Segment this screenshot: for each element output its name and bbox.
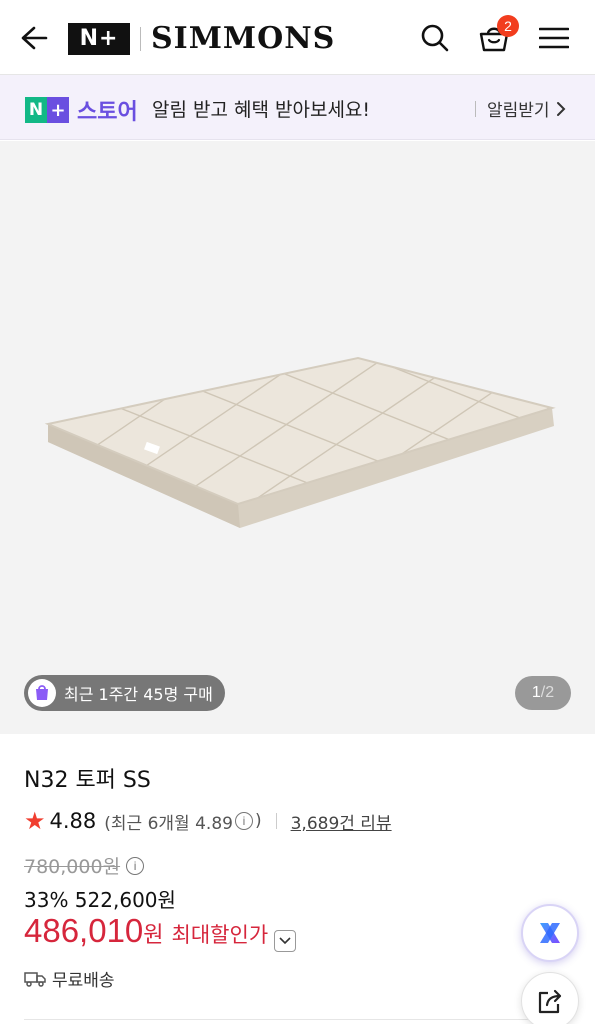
truck-icon (24, 971, 46, 987)
banner-message: 알림 받고 혜택 받아보세요! (152, 99, 371, 121)
share-icon (538, 989, 562, 1014)
max-discount-label: 최대할인가 (171, 923, 269, 947)
rating-score: 4.88 (49, 809, 97, 833)
recent-rating: (최근 6개월 4.89 (104, 813, 233, 834)
notification-banner[interactable]: N + 스토어 알림 받고 혜택 받아보세요! 알림받기 (0, 75, 595, 140)
rating-divider (275, 813, 277, 829)
original-price: 780,000원 (24, 856, 121, 878)
cart-button[interactable]: 2 (472, 15, 519, 59)
brand-name: SIMMONS (151, 21, 336, 56)
chevron-right-icon (556, 101, 565, 116)
subscribe-alarm-link[interactable]: 알림받기 (487, 96, 566, 121)
product-title: N32 토퍼 SS (24, 768, 151, 793)
pager-current: 1 (531, 684, 541, 701)
cart-count-badge: 2 (497, 15, 519, 37)
section-divider (24, 1019, 571, 1020)
store-logo-plus: + (47, 97, 69, 123)
search-button[interactable] (414, 17, 456, 59)
star-icon: ★ (24, 807, 46, 835)
store-logo-word: 스토어 (77, 100, 138, 125)
back-button[interactable] (14, 18, 54, 58)
info-icon[interactable]: i (234, 812, 253, 830)
recent-purchase-badge: 최근 1주간 45명 구매 (24, 675, 225, 711)
banner-divider (475, 101, 476, 117)
recent-purchase-text: 최근 1주간 45명 구매 (64, 685, 213, 704)
chevron-down-icon (279, 937, 291, 945)
final-price-row: 486,010 원 최대할인가 (24, 912, 297, 952)
ai-sparkle-icon (540, 923, 560, 943)
reviews-link[interactable]: 3,689건 리뷰 (291, 809, 392, 834)
pager-total: 2 (545, 684, 555, 701)
shipping-info: 무료배송 (24, 966, 115, 991)
hamburger-menu-icon (539, 27, 569, 49)
shopping-bag-icon (28, 679, 56, 707)
original-price-row: 780,000원 i (24, 852, 146, 879)
nplus-badge: N+ (68, 22, 130, 55)
logo-divider (140, 26, 141, 51)
share-button[interactable] (521, 972, 579, 1024)
search-icon (421, 24, 449, 52)
arrow-left-icon (21, 26, 48, 50)
image-pager: 1 / 2 (515, 676, 571, 710)
price-info-icon[interactable]: i (126, 856, 145, 875)
store-logo-n: N (25, 97, 47, 123)
final-price-currency: 원 (143, 923, 164, 948)
price-detail-toggle[interactable] (274, 930, 297, 952)
recent-rating-close: ) (254, 811, 262, 831)
subscribe-alarm-label: 알림받기 (487, 101, 550, 121)
ai-assistant-button[interactable] (521, 904, 579, 962)
menu-button[interactable] (532, 17, 576, 59)
naver-store-logo: N + 스토어 (25, 94, 138, 126)
brand-logo[interactable]: N+ SIMMONS (68, 21, 335, 56)
product-image-mattress (44, 356, 556, 528)
rating-row: ★ 4.88 (최근 6개월 4.89 i ) 3,689건 리뷰 (24, 807, 392, 835)
top-header: N+ SIMMONS 2 (0, 0, 595, 75)
discount-price: 33% 522,600원 (24, 888, 176, 912)
product-image-gallery[interactable]: 최근 1주간 45명 구매 1 / 2 (0, 141, 595, 734)
shipping-text: 무료배송 (52, 971, 115, 991)
final-price: 486,010 (24, 912, 144, 949)
